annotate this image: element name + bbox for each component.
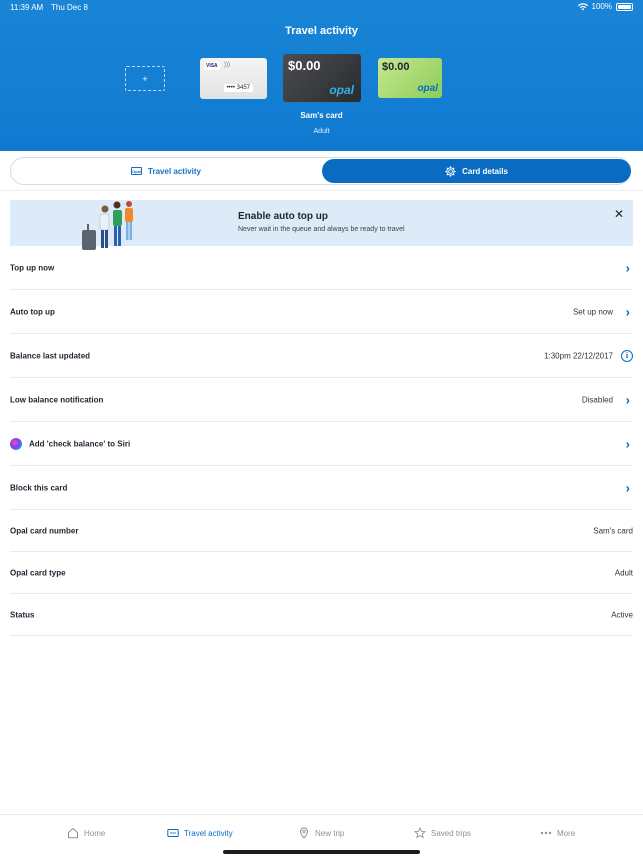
tab-home[interactable]: Home	[67, 827, 105, 839]
home-indicator	[223, 850, 420, 854]
row-label: Opal card number	[10, 526, 79, 535]
opal-logo: opal	[417, 83, 438, 94]
status-date: Thu Dec 8	[51, 3, 88, 12]
row-label: Block this card	[10, 483, 68, 492]
contactless-icon: )))	[224, 62, 230, 68]
tab-card-label: Card details	[462, 166, 508, 176]
tab-travel-label: Travel activity	[184, 828, 233, 838]
card-type: Adult	[313, 128, 330, 135]
row-block-card[interactable]: Block this card ›	[10, 466, 633, 510]
tab-more[interactable]: More	[540, 827, 575, 839]
chevron-right-icon: ›	[625, 392, 630, 407]
row-value: Adult	[614, 568, 633, 577]
opal-logo: opal	[329, 83, 354, 97]
row-value: Set up now	[572, 307, 613, 316]
row-top-up-now[interactable]: Top up now ›	[10, 246, 633, 290]
tab-card-details[interactable]: Card details	[322, 159, 631, 183]
status-right: 100%	[577, 2, 633, 11]
visa-logo: VISA	[204, 62, 220, 70]
more-dots-icon	[540, 831, 552, 835]
tab-travel-activity[interactable]: Opal Travel activity	[11, 158, 321, 184]
star-icon	[414, 827, 426, 839]
chevron-right-icon: ›	[625, 480, 630, 495]
battery-icon	[616, 2, 633, 11]
chevron-right-icon: ›	[625, 436, 630, 451]
status-bar: 11:39 AM Thu Dec 8 100%	[0, 0, 643, 16]
tab-saved-trips[interactable]: Saved trips	[414, 827, 471, 839]
opal-card-icon: Opal	[131, 167, 143, 175]
banner-title: Enable auto top up	[238, 211, 328, 222]
banner-subtitle: Never wait in the queue and always be re…	[238, 226, 405, 233]
gear-icon	[445, 165, 456, 177]
siri-icon	[10, 437, 22, 450]
chevron-right-icon: ›	[625, 304, 630, 319]
row-label: Balance last updated	[10, 351, 91, 360]
chevron-right-icon: ›	[625, 260, 630, 275]
row-value: Disabled	[581, 395, 613, 404]
status-time: 11:39 AM	[10, 3, 44, 12]
tab-travel-activity-bottom[interactable]: Travel activity	[167, 827, 233, 839]
row-status: Status Active	[10, 594, 633, 636]
tab-saved-label: Saved trips	[431, 828, 472, 838]
segmented-control: Opal Travel activity Card details	[10, 157, 631, 185]
plus-icon: +	[142, 73, 148, 84]
visa-card-number: •••• 3457	[223, 84, 253, 92]
visa-card[interactable]: VISA ))) •••• 3457	[200, 58, 267, 99]
tab-home-label: Home	[84, 828, 106, 838]
row-balance-last-updated: Balance last updated 1:30pm 22/12/2017 i	[10, 334, 633, 378]
map-pin-icon	[299, 827, 309, 839]
info-icon[interactable]: i	[621, 349, 633, 362]
wifi-icon	[577, 2, 588, 10]
row-value: Sam's card	[593, 526, 633, 535]
tab-new-trip[interactable]: New trip	[298, 827, 344, 839]
row-label: Status	[10, 610, 35, 619]
row-value: Active	[611, 610, 633, 619]
tab-new-trip-label: New trip	[315, 828, 345, 838]
row-label: Top up now	[10, 263, 55, 272]
row-low-balance-notification[interactable]: Low balance notification Disabled ›	[10, 378, 633, 422]
header: 11:39 AM Thu Dec 8 100% Travel activity …	[0, 0, 643, 151]
tab-more-label: More	[557, 828, 576, 838]
page-title: Travel activity	[285, 25, 358, 37]
row-label: Auto top up	[10, 307, 55, 316]
opal-card-selected[interactable]: $0.00 opal	[283, 54, 361, 102]
row-value: 1:30pm 22/12/2017	[544, 351, 613, 360]
auto-top-up-banner[interactable]: Enable auto top up Never wait in the que…	[10, 200, 633, 250]
tab-travel-label: Travel activity	[148, 166, 201, 176]
close-icon[interactable]: ✕	[613, 208, 625, 220]
row-label: Low balance notification	[10, 395, 104, 404]
home-icon	[68, 827, 78, 839]
row-add-to-siri[interactable]: Add 'check balance' to Siri ›	[10, 422, 633, 466]
segmented-tabs-area: Opal Travel activity Card details	[0, 151, 643, 191]
row-label: Add 'check balance' to Siri	[29, 439, 131, 448]
add-card-button[interactable]: +	[125, 66, 165, 91]
battery-percent: 100%	[591, 2, 612, 11]
row-opal-card-number: Opal card number Sam's card	[10, 510, 633, 552]
card-balance: $0.00	[382, 61, 410, 73]
row-label: Opal card type	[10, 568, 66, 577]
card-name: Sam's card	[300, 111, 343, 120]
opal-card-icon	[167, 829, 179, 837]
opal-card-green[interactable]: $0.00 opal	[378, 58, 442, 98]
row-auto-top-up[interactable]: Auto top up Set up now ›	[10, 290, 633, 334]
row-opal-card-type: Opal card type Adult	[10, 552, 633, 594]
card-balance: $0.00	[288, 58, 321, 73]
